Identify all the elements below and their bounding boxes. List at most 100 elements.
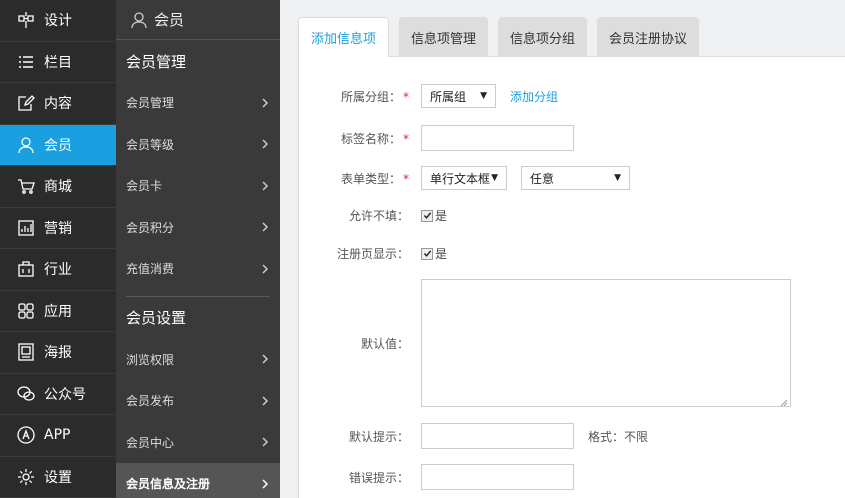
wechat-icon [16, 384, 36, 404]
resize-grip-icon[interactable] [780, 396, 788, 407]
nav-label: APP [44, 427, 71, 444]
form-row-tag-name: 标签名称： * [299, 125, 574, 151]
default-value-textarea[interactable] [421, 279, 791, 407]
secondary-nav-header: 会员 [116, 0, 280, 40]
required-mark: * [403, 171, 409, 186]
tab-info-item-management[interactable]: 信息项管理 [399, 17, 489, 57]
nav-label: 会员 [44, 137, 72, 154]
nav-label: 内容 [44, 96, 72, 113]
chart-icon [16, 218, 36, 238]
nav-label: 公众号 [44, 386, 86, 403]
edit-icon [16, 93, 36, 113]
chevron-right-icon [260, 139, 270, 149]
tag-name-label: 标签名称： [340, 131, 401, 146]
form-row-error-hint: 错误提示： [299, 464, 574, 490]
content-area: 添加信息项 信息项管理 信息项分组 会员注册协议 所属分组： * 所属组 ▼ 添加… [280, 0, 845, 498]
allow-empty-label: 允许不填： [348, 209, 409, 223]
section-title-member-settings: 会员设置 [126, 309, 187, 327]
nav-label: 营销 [44, 220, 72, 237]
chevron-right-icon [260, 396, 270, 406]
gear-icon [16, 467, 36, 487]
nav-label: 设置 [44, 469, 72, 486]
nav-item-poster[interactable]: 海报 [0, 332, 116, 374]
form-row-default-value: 默认值： [299, 279, 791, 407]
chevron-right-icon [260, 181, 270, 191]
chevron-right-icon [260, 222, 270, 232]
form-row-group: 所属分组： * 所属组 ▼ 添加分组 [299, 84, 558, 108]
nav-item-design[interactable]: 设计 [0, 0, 116, 42]
design-icon [16, 10, 36, 30]
caret-down-icon: ▼ [491, 173, 498, 183]
subnav-item-member-info-registration[interactable]: 会员信息及注册 [116, 463, 280, 498]
caret-down-icon: ▼ [480, 91, 487, 101]
error-hint-input[interactable] [421, 464, 574, 490]
nav-item-member[interactable]: 会员 [0, 124, 116, 166]
validation-select[interactable]: 任意 ▼ [521, 166, 630, 190]
subnav-item-recharge[interactable]: 充值消费 [116, 248, 280, 290]
nav-label: 商城 [44, 179, 72, 196]
form-row-form-type: 表单类型： * 单行文本框 ▼ 任意 ▼ [299, 166, 630, 190]
subnav-item-member-publish[interactable]: 会员发布 [116, 380, 280, 422]
nav-item-app[interactable]: APP [0, 415, 116, 457]
nav-item-wechat[interactable]: 公众号 [0, 374, 116, 415]
primary-nav: 设计 栏目 内容 会员 商城 营销 行业 应用 海报 公众号 APP 设置 [0, 0, 116, 498]
subnav-item-member-management[interactable]: 会员管理 [116, 82, 280, 124]
cart-icon [16, 176, 36, 196]
group-select[interactable]: 所属组 ▼ [421, 84, 496, 108]
form-panel: 所属分组： * 所属组 ▼ 添加分组 标签名称： * 表单类型： * 单行文本框 ▼ … [298, 56, 845, 498]
subnav-item-member-center[interactable]: 会员中心 [116, 422, 280, 464]
add-group-link[interactable]: 添加分组 [510, 88, 558, 105]
chevron-right-icon [260, 354, 270, 364]
subnav-item-member-points[interactable]: 会员积分 [116, 207, 280, 249]
group-label: 所属分组： [340, 89, 401, 104]
registration-show-label: 注册页显示： [336, 247, 409, 261]
bag-icon [16, 259, 36, 279]
registration-show-checkbox[interactable] [421, 247, 433, 260]
nav-label: 海报 [44, 345, 72, 362]
allow-empty-checkbox[interactable] [421, 209, 433, 222]
list-icon [16, 52, 36, 72]
subnav-item-browse-permission[interactable]: 浏览权限 [116, 339, 280, 381]
nav-item-content[interactable]: 内容 [0, 83, 116, 125]
form-type-label: 表单类型： [340, 171, 401, 186]
nav-item-marketing[interactable]: 营销 [0, 208, 116, 249]
form-row-registration-show: 注册页显示： 是 [299, 245, 447, 262]
user-icon [130, 11, 148, 29]
nav-item-mall[interactable]: 商城 [0, 166, 116, 208]
required-mark: * [403, 89, 409, 104]
tab-add-info-item[interactable]: 添加信息项 [298, 17, 390, 57]
chevron-right-icon [260, 437, 270, 447]
form-row-allow-empty: 允许不填： 是 [299, 207, 447, 224]
chevron-right-icon [260, 479, 270, 489]
tab-bar: 添加信息项 信息项管理 信息项分组 会员注册协议 [298, 17, 709, 57]
required-mark: * [403, 131, 409, 146]
allow-empty-check-label: 是 [435, 209, 448, 223]
nav-item-apps[interactable]: 应用 [0, 291, 116, 332]
form-row-default-hint: 默认提示： 格式：不限 [299, 423, 648, 449]
subnav-item-member-level[interactable]: 会员等级 [116, 124, 280, 166]
tab-info-item-groups[interactable]: 信息项分组 [498, 17, 588, 57]
default-hint-label: 默认提示： [348, 429, 409, 444]
default-value-label: 默认值： [360, 336, 409, 351]
secondary-nav: 会员 会员管理 会员管理 会员等级 会员卡 会员积分 充值消费 会员设置 浏览权… [116, 0, 280, 498]
nav-label: 行业 [44, 262, 72, 279]
chevron-right-icon [260, 98, 270, 108]
nav-label: 设计 [44, 13, 72, 30]
apps-icon [16, 301, 36, 321]
registration-show-check-label: 是 [435, 247, 448, 261]
app-store-icon [16, 425, 36, 445]
subnav-item-member-card[interactable]: 会员卡 [116, 165, 280, 207]
nav-item-columns[interactable]: 栏目 [0, 42, 116, 83]
tab-registration-agreement[interactable]: 会员注册协议 [597, 17, 700, 57]
chevron-right-icon [260, 264, 270, 274]
tag-name-input[interactable] [421, 125, 574, 151]
poster-icon [16, 342, 36, 362]
nav-label: 栏目 [44, 54, 72, 71]
form-type-select[interactable]: 单行文本框 ▼ [421, 166, 507, 190]
nav-label: 应用 [44, 303, 72, 320]
error-hint-label: 错误提示： [348, 470, 409, 485]
nav-item-settings[interactable]: 设置 [0, 457, 116, 498]
nav-item-industry[interactable]: 行业 [0, 249, 116, 291]
default-hint-input[interactable] [421, 423, 574, 449]
section-title-member-management: 会员管理 [126, 52, 187, 71]
